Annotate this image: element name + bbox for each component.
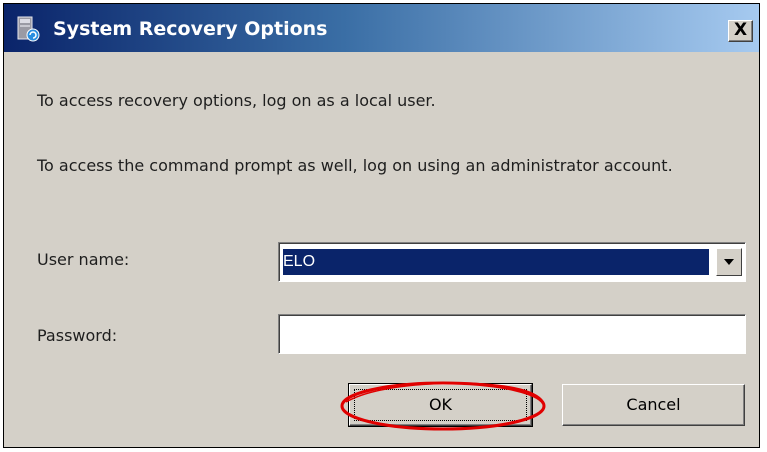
close-button[interactable]: X — [728, 20, 753, 42]
password-field[interactable] — [278, 314, 746, 354]
system-recovery-dialog: System Recovery Options X To access reco… — [3, 3, 760, 448]
window-title: System Recovery Options — [53, 18, 328, 40]
system-recovery-icon — [17, 16, 40, 42]
chevron-down-icon — [724, 259, 734, 265]
ok-button-label: OK — [428, 395, 453, 414]
ok-button[interactable]: OK — [348, 383, 533, 427]
password-label: Password: — [37, 326, 118, 345]
username-dropdown[interactable]: ELO — [278, 242, 746, 282]
username-selected-value: ELO — [283, 249, 709, 275]
title-bar[interactable]: System Recovery Options X — [4, 4, 759, 52]
dropdown-button[interactable] — [716, 248, 742, 276]
local-user-message: To access recovery options, log on as a … — [37, 91, 436, 110]
admin-message: To access the command prompt as well, lo… — [37, 156, 673, 175]
username-label: User name: — [37, 250, 130, 269]
cancel-button[interactable]: Cancel — [562, 384, 745, 426]
